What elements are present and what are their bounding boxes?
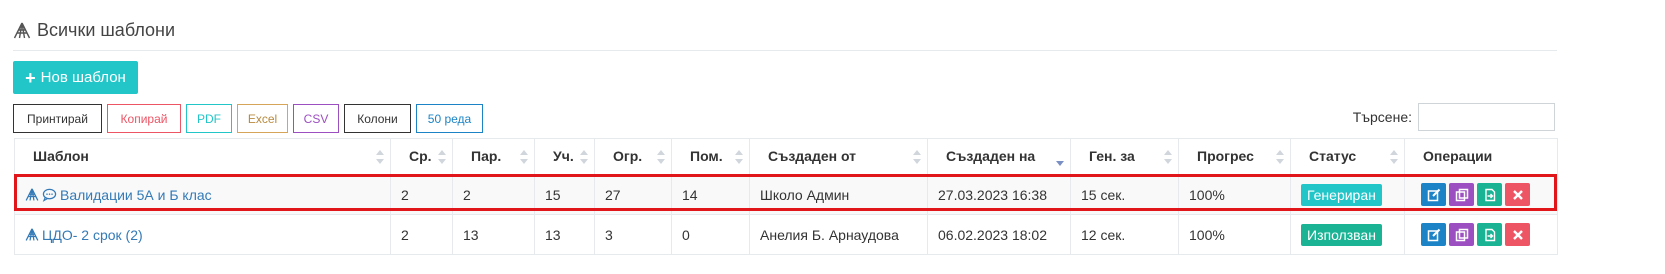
edit-button[interactable] (1421, 223, 1446, 246)
search-box: Търсене: (1353, 103, 1555, 131)
cell-created-at: 27.03.2023 16:38 (927, 174, 1071, 215)
search-label: Търсене: (1352, 109, 1412, 125)
export-icon (1484, 228, 1495, 241)
delete-button[interactable] (1505, 223, 1530, 246)
status-badge: Използван (1301, 223, 1382, 246)
status-badge: Генериран (1301, 183, 1382, 206)
templates-icon (25, 227, 39, 241)
sort-icon (1390, 150, 1398, 164)
col-header-created-by[interactable]: Създаден от (749, 138, 928, 176)
new-template-label: Нов шаблон (40, 69, 126, 86)
template-name-cell: ЦДО- 2 срок (2) (25, 227, 380, 243)
export-button[interactable] (1477, 183, 1502, 207)
columns-button[interactable]: Колони (344, 104, 411, 133)
comment-icon (42, 188, 57, 202)
sort-icon (735, 150, 743, 164)
cell-created-at: 06.02.2023 18:02 (927, 214, 1071, 255)
cell-pom: 14 (671, 174, 750, 215)
csv-button[interactable]: CSV (293, 104, 339, 133)
duplicate-icon (1455, 188, 1468, 201)
sort-icon (913, 150, 921, 164)
edit-icon (1427, 188, 1440, 201)
template-link[interactable]: Валидации 5А и Б клас (60, 187, 212, 203)
table-row: Валидации 5А и Б клас 2 2 15 27 14 Школо… (14, 174, 1558, 215)
sort-desc-icon (1056, 150, 1064, 166)
duplicate-icon (1455, 228, 1468, 241)
cell-progress: 100% (1178, 174, 1291, 215)
page-length-button[interactable]: 50 реда (416, 104, 483, 133)
sort-icon (580, 150, 588, 164)
duplicate-button[interactable] (1449, 183, 1474, 207)
export-buttons: Принтирай Копирай PDF Excel CSV Колони 5… (13, 104, 483, 133)
excel-button[interactable]: Excel (237, 104, 288, 133)
col-header-status[interactable]: Статус (1290, 138, 1405, 176)
col-header-gen-for[interactable]: Ген. за (1070, 138, 1179, 176)
table-header-row: Шаблон Ср. Пар. Уч. Огр. Пом. Създаден о… (14, 138, 1558, 176)
search-input[interactable] (1418, 103, 1555, 131)
col-header-uch[interactable]: Уч. (534, 138, 595, 176)
sort-icon (657, 150, 665, 164)
col-header-created-at[interactable]: Създаден на (927, 138, 1071, 176)
delete-icon (1512, 229, 1523, 240)
cell-created-by: Анелия Б. Арнаудова (749, 214, 928, 255)
sort-icon (438, 150, 446, 164)
templates-icon (13, 22, 31, 38)
col-header-pom[interactable]: Пом. (671, 138, 750, 176)
header-divider (13, 50, 1557, 51)
cell-uch: 15 (534, 174, 595, 215)
delete-button[interactable] (1505, 183, 1530, 207)
export-icon (1484, 188, 1495, 201)
cell-progress: 100% (1178, 214, 1291, 255)
cell-gen-for: 12 сек. (1070, 214, 1179, 255)
sort-icon (1276, 150, 1284, 164)
col-header-ogr[interactable]: Огр. (594, 138, 672, 176)
cell-uch: 13 (534, 214, 595, 255)
pdf-button[interactable]: PDF (186, 104, 232, 133)
cell-par: 13 (452, 214, 535, 255)
row-operations (1415, 183, 1547, 207)
col-header-progress[interactable]: Прогрес (1178, 138, 1291, 176)
copy-button[interactable]: Копирай (107, 104, 181, 133)
cell-sr: 2 (390, 174, 453, 215)
template-name-cell: Валидации 5А и Б клас (25, 187, 380, 203)
sort-icon (520, 150, 528, 164)
col-header-operations: Операции (1404, 138, 1558, 176)
print-button[interactable]: Принтирай (13, 104, 102, 133)
cell-gen-for: 15 сек. (1070, 174, 1179, 215)
new-template-button[interactable]: + Нов шаблон (13, 61, 138, 94)
page-title: Всички шаблони (37, 20, 176, 40)
plus-icon: + (25, 67, 36, 88)
table-row: ЦДО- 2 срок (2) 2 13 13 3 0 Анелия Б. Ар… (14, 214, 1558, 255)
col-header-template[interactable]: Шаблон (14, 138, 391, 176)
cell-pom: 0 (671, 214, 750, 255)
cell-par: 2 (452, 174, 535, 215)
cell-ogr: 27 (594, 174, 672, 215)
export-button[interactable] (1477, 223, 1502, 246)
templates-icon (25, 188, 39, 201)
page-header: Всички шаблони (13, 20, 175, 41)
edit-button[interactable] (1421, 183, 1446, 207)
cell-created-by: Школо Админ (749, 174, 928, 215)
edit-icon (1427, 228, 1440, 241)
duplicate-button[interactable] (1449, 223, 1474, 246)
templates-table: Шаблон Ср. Пар. Уч. Огр. Пом. Създаден о… (14, 138, 1558, 255)
cell-sr: 2 (390, 214, 453, 255)
sort-icon (1164, 150, 1172, 164)
sort-icon (376, 150, 384, 164)
delete-icon (1512, 189, 1523, 200)
col-header-sr[interactable]: Ср. (390, 138, 453, 176)
cell-ogr: 3 (594, 214, 672, 255)
template-link[interactable]: ЦДО- 2 срок (2) (42, 227, 143, 243)
row-operations (1415, 223, 1547, 246)
col-header-par[interactable]: Пар. (452, 138, 535, 176)
